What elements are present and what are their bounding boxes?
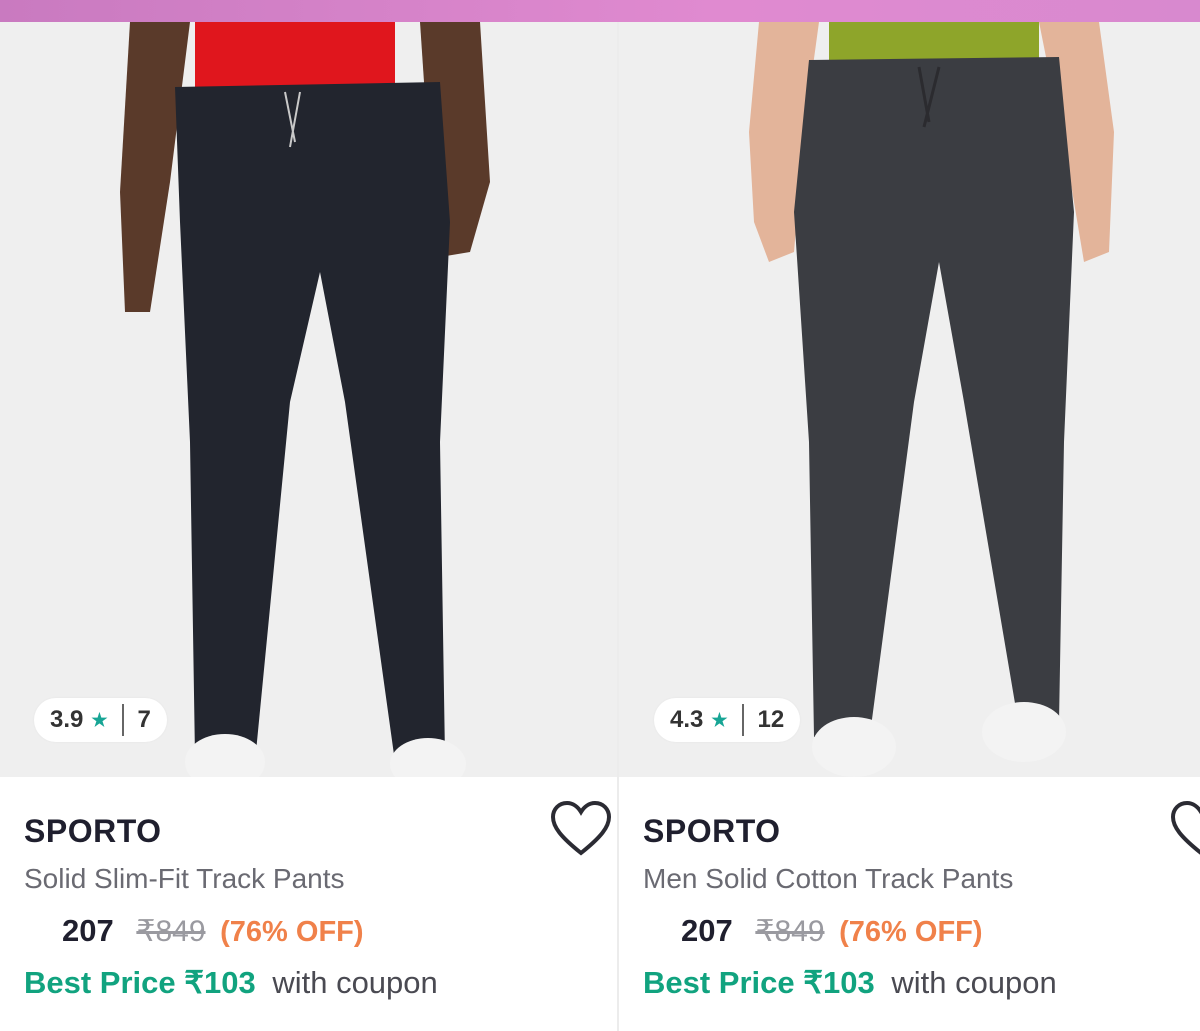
product-card[interactable]: 3.9 ★ 7 SPORTO Solid Slim-Fit Track Pant… xyxy=(0,22,617,1031)
rating-count: 7 xyxy=(137,706,151,733)
best-price: Best Price ₹103 xyxy=(24,965,256,1000)
rating-divider xyxy=(741,704,744,736)
price-row: 207 ₹849 (76% OFF) xyxy=(62,913,364,949)
star-icon: ★ xyxy=(711,709,728,730)
heart-icon[interactable] xyxy=(551,801,611,857)
original-price: ₹849 xyxy=(136,915,206,948)
selling-price: 207 xyxy=(62,913,114,948)
best-price: Best Price ₹103 xyxy=(643,965,875,1000)
coupon-text: with coupon xyxy=(272,965,438,1000)
best-price-row: Best Price ₹103 with coupon xyxy=(24,965,438,1001)
rating-value: 3.9 xyxy=(50,706,84,733)
discount-label: (76% OFF) xyxy=(220,916,364,948)
product-brand: SPORTO xyxy=(643,813,781,849)
product-image[interactable]: 4.3 ★ 12 xyxy=(619,22,1200,777)
product-brand: SPORTO xyxy=(24,813,162,849)
product-image[interactable]: 3.9 ★ 7 xyxy=(0,22,617,777)
product-title: Solid Slim-Fit Track Pants xyxy=(24,863,345,894)
heart-icon[interactable] xyxy=(1171,801,1200,857)
price-row: 207 ₹849 (76% OFF) xyxy=(681,913,983,949)
product-card[interactable]: 4.3 ★ 12 SPORTO Men Solid Cotton Track P… xyxy=(619,22,1200,1031)
coupon-text: with coupon xyxy=(891,965,1057,1000)
star-icon: ★ xyxy=(91,709,108,730)
rating-value: 4.3 xyxy=(670,706,704,733)
rating-badge: 4.3 ★ 12 xyxy=(654,698,801,742)
top-status-bar xyxy=(0,0,1200,22)
rating-badge: 3.9 ★ 7 xyxy=(34,698,167,742)
rating-divider xyxy=(121,704,124,736)
selling-price: 207 xyxy=(681,913,733,948)
product-info[interactable]: SPORTO Solid Slim-Fit Track Pants 207 ₹8… xyxy=(0,777,617,1031)
product-info[interactable]: SPORTO Men Solid Cotton Track Pants 207 … xyxy=(619,777,1200,1031)
product-title: Men Solid Cotton Track Pants xyxy=(643,863,1014,894)
best-price-row: Best Price ₹103 with coupon xyxy=(643,965,1057,1001)
discount-label: (76% OFF) xyxy=(839,916,983,948)
rating-count: 12 xyxy=(757,706,785,733)
original-price: ₹849 xyxy=(755,915,825,948)
